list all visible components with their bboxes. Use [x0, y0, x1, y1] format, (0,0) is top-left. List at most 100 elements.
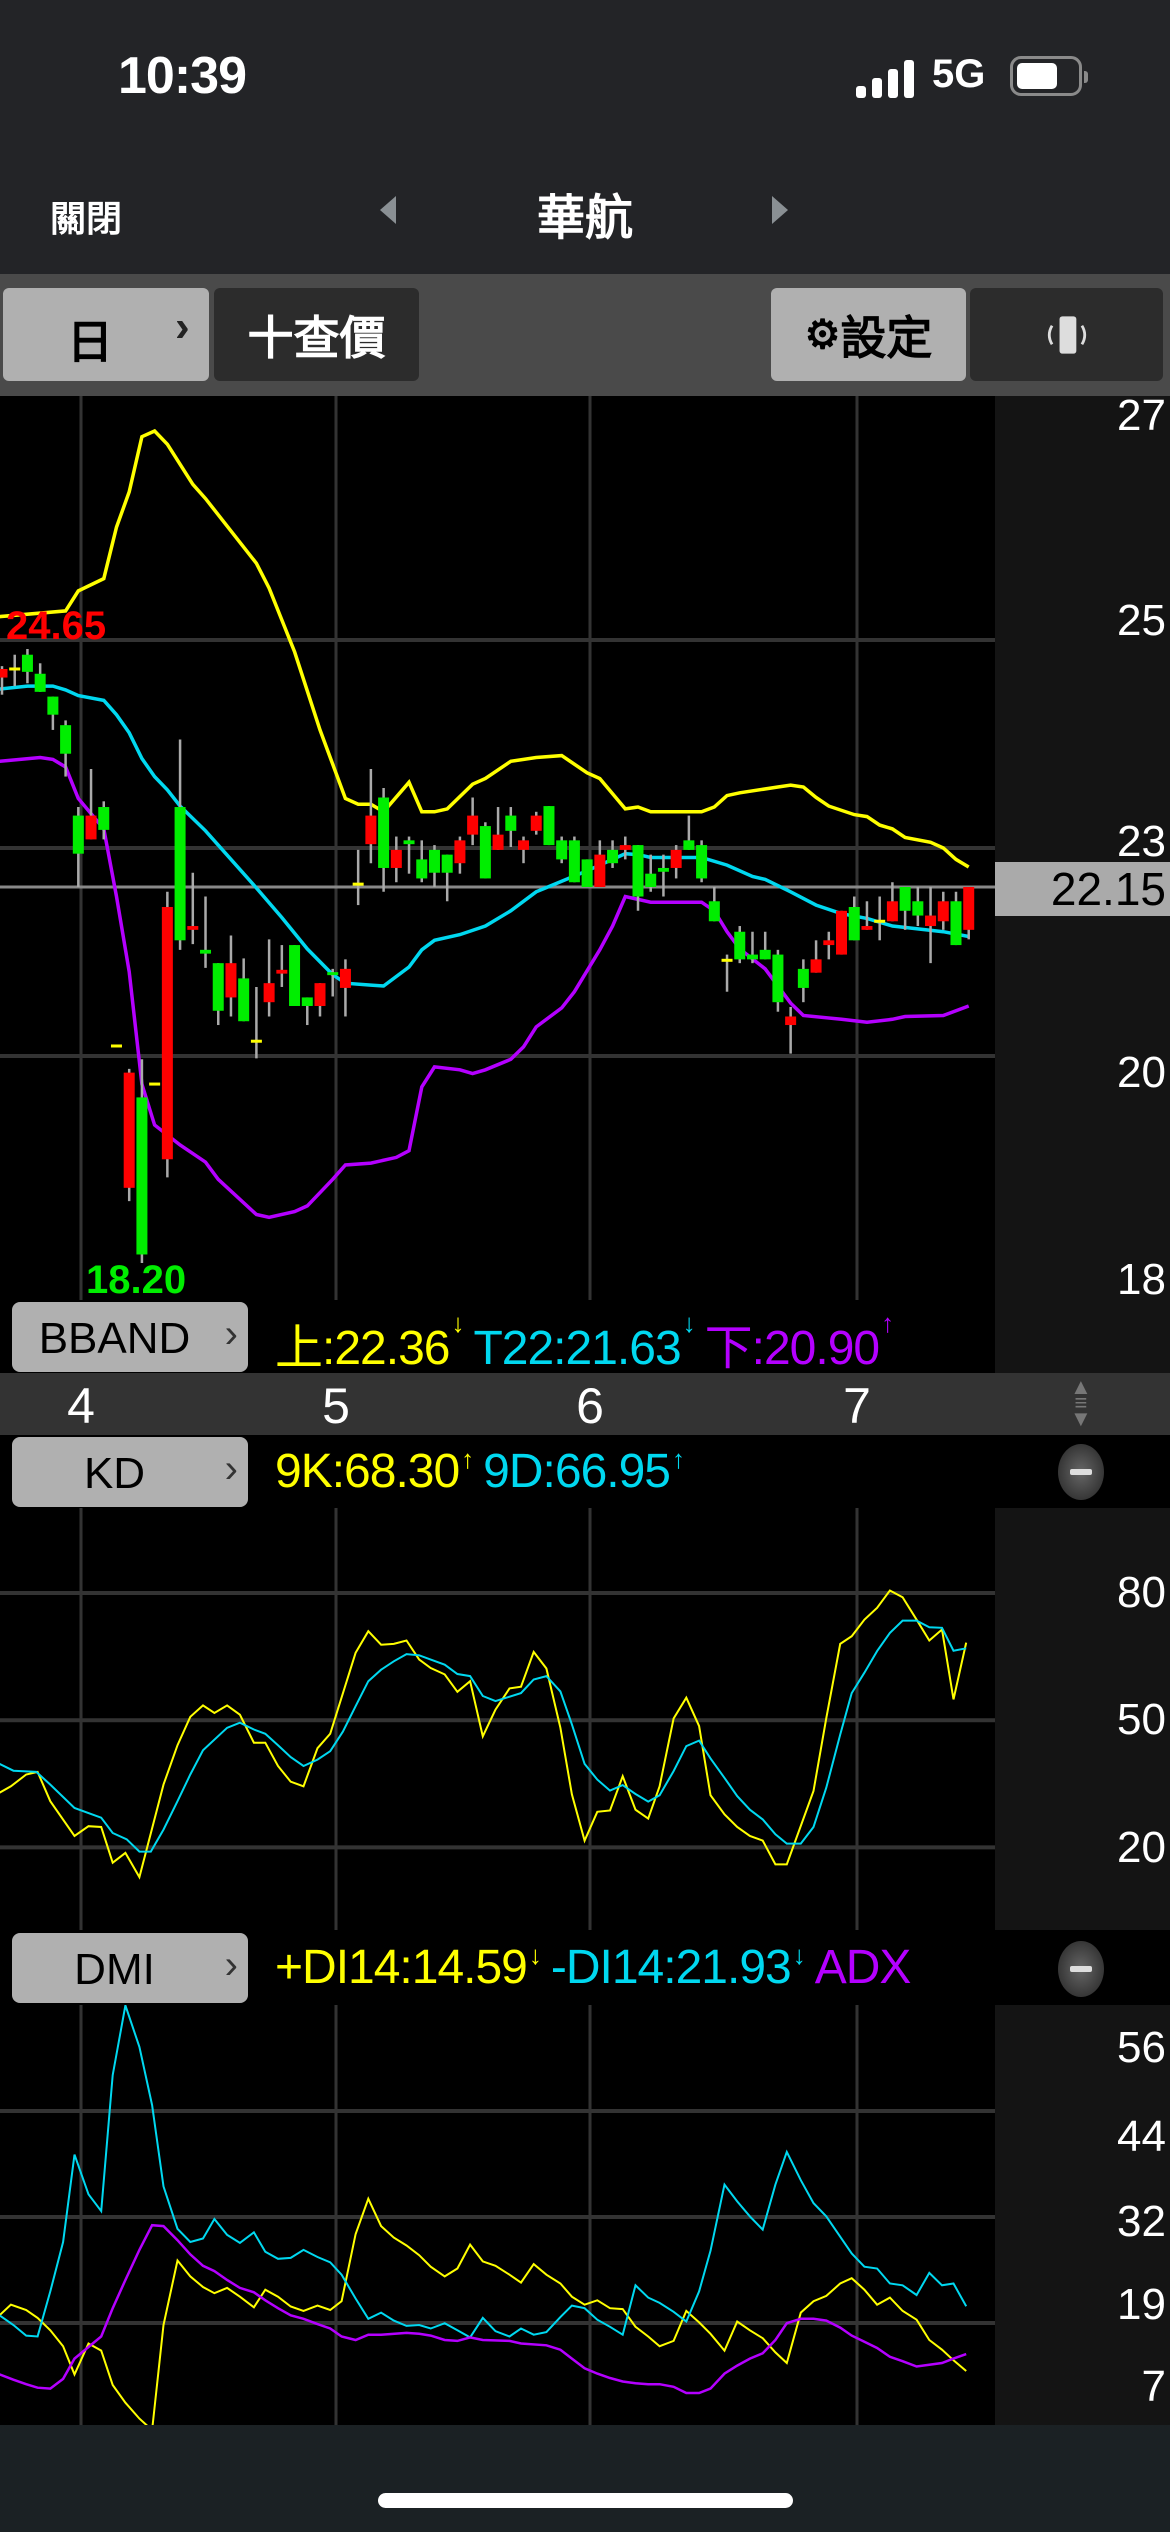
- bband-upper-line: [0, 428, 970, 869]
- chevron-right-icon: ›: [224, 1943, 238, 1987]
- candle-body: [810, 959, 822, 973]
- last-price-badge: 22.15: [995, 862, 1170, 916]
- adx-line: [0, 2223, 967, 2395]
- candle-body: [696, 845, 708, 879]
- remove-kd-icon[interactable]: [1058, 1444, 1104, 1500]
- candle-body: [568, 840, 580, 883]
- y-tick: 80: [1117, 1568, 1166, 1617]
- candle-body: [861, 926, 873, 930]
- kd-axis: 80 50 20: [995, 1508, 1170, 1930]
- battery-icon: [1010, 56, 1088, 96]
- kd-chart[interactable]: [0, 1508, 995, 1930]
- candle-body: [670, 849, 682, 868]
- previous-stock-arrow-icon[interactable]: [380, 196, 396, 224]
- candle-body: [683, 840, 695, 850]
- rotate-screen-button[interactable]: [970, 288, 1163, 381]
- y-tick: 23: [1117, 817, 1166, 866]
- candle-body: [734, 931, 746, 960]
- arrow-down-icon: ↓: [792, 1940, 806, 1970]
- candle-body: [721, 958, 733, 962]
- candle-body: [110, 1044, 122, 1048]
- cellular-signal-icon: [856, 60, 914, 98]
- indicator-label: KD: [83, 1449, 146, 1498]
- chevron-right-icon: ›: [224, 1447, 238, 1491]
- candle-body: [428, 849, 440, 873]
- candle-body: [9, 667, 21, 671]
- candle-body: [505, 815, 517, 831]
- candle-body: [607, 849, 619, 864]
- clock: 10:39: [118, 47, 247, 105]
- candle-body: [72, 815, 84, 854]
- candle-body: [60, 725, 72, 754]
- candle-body: [301, 997, 313, 1006]
- candle-body: [848, 906, 860, 941]
- candle-body: [708, 901, 720, 922]
- candle-body: [34, 673, 46, 692]
- candle-body: [772, 954, 784, 1003]
- candle-body: [314, 983, 326, 1006]
- dmi-indicator-button[interactable]: DMI ›: [12, 1933, 248, 2003]
- candle-body: [912, 901, 924, 916]
- minus-di-value: -DI14:21.93: [550, 1941, 792, 1994]
- arrow-up-icon: ↑: [461, 1444, 474, 1474]
- remove-dmi-icon[interactable]: [1058, 1941, 1104, 1997]
- low-price-label: 18.20: [86, 1258, 187, 1302]
- candle-body: [47, 696, 59, 715]
- home-indicator[interactable]: [378, 2493, 793, 2508]
- candle-body: [161, 906, 173, 1160]
- plus-di-value: +DI14:14.59: [275, 1941, 528, 1994]
- indicator-label: DMI: [74, 1945, 155, 1994]
- arrow-down-icon: ↓: [451, 1308, 464, 1338]
- date-axis: 4 5 6 7 ▲ ≡ ▼: [0, 1373, 1170, 1435]
- y-tick: 20: [1117, 1823, 1166, 1872]
- network-type: 5G: [932, 52, 986, 96]
- candle-body: [657, 867, 669, 872]
- candle-body: [492, 834, 504, 850]
- y-tick: 25: [1117, 596, 1166, 645]
- crosshair-quote-button[interactable]: 十查價: [214, 288, 419, 381]
- candle-body: [416, 859, 428, 879]
- chevron-right-icon: ›: [224, 1312, 238, 1356]
- settings-button[interactable]: ⚙ 設定: [771, 288, 966, 381]
- y-tick: 20: [1117, 1048, 1166, 1097]
- status-bar: 10:39 5G: [0, 0, 1170, 160]
- next-stock-arrow-icon[interactable]: [772, 196, 788, 224]
- kd-indicator-button[interactable]: KD ›: [12, 1437, 248, 1507]
- chevron-right-icon: ›: [175, 302, 190, 351]
- candle-body: [98, 807, 110, 830]
- settings-label: 設定: [840, 311, 933, 364]
- candle-body: [937, 901, 949, 922]
- price-chart[interactable]: [0, 396, 995, 1300]
- y-tick: 18: [1117, 1255, 1166, 1304]
- period-selector-button[interactable]: 日 ›: [3, 288, 209, 381]
- bband-indicator-button[interactable]: BBAND ›: [12, 1302, 248, 1372]
- candle-body: [187, 926, 199, 930]
- bband-upper-value: 上:22.36: [275, 1322, 450, 1375]
- candle-body: [899, 887, 911, 911]
- toolbar: 日 › 十查價 ⚙ 設定: [0, 274, 1170, 396]
- candle-body: [21, 654, 33, 672]
- candle-body: [339, 968, 351, 988]
- bband-lower-value: 下:20.90: [704, 1322, 880, 1375]
- candle-body: [174, 807, 186, 941]
- dmi-axis: 56 44 32 19 7: [995, 2005, 1170, 2425]
- candle-body: [581, 859, 593, 887]
- d-value: 9D:66.95: [483, 1445, 671, 1498]
- candle-body: [149, 1082, 161, 1086]
- resize-handle-icon[interactable]: ▲ ≡ ▼: [1070, 1376, 1092, 1430]
- candle-body: [797, 968, 809, 988]
- candle-body: [874, 919, 886, 923]
- high-price-label: 24.65: [6, 604, 107, 648]
- home-indicator-area: [0, 2425, 1170, 2532]
- candle-body: [950, 901, 962, 946]
- bband-mid-value: T22:21.63: [473, 1322, 681, 1375]
- candle-body: [518, 840, 530, 850]
- plus-di-line: [0, 2196, 967, 2425]
- candle-body: [556, 840, 568, 860]
- dmi-chart[interactable]: [0, 2005, 995, 2425]
- y-tick: 50: [1117, 1695, 1166, 1744]
- candle-body: [250, 1039, 262, 1043]
- dmi-values: +DI14:14.59↓ -DI14:21.93↓ ADX: [275, 1940, 995, 1995]
- arrow-down-icon: ↓: [528, 1940, 542, 1970]
- gear-icon: ⚙: [804, 312, 841, 357]
